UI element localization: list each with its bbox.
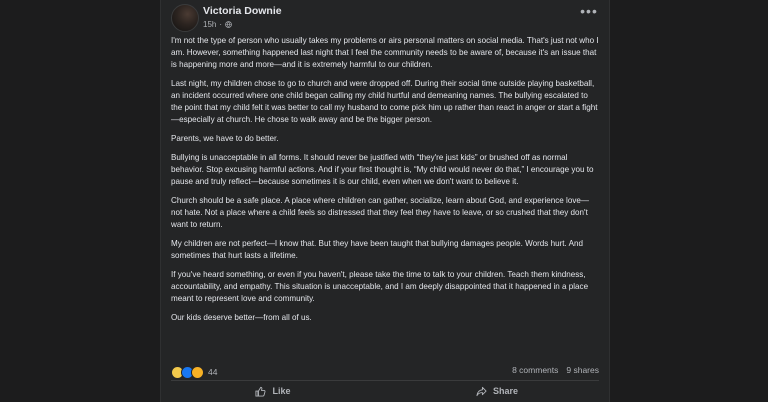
share-button[interactable]: Share (385, 382, 609, 400)
author-name[interactable]: Victoria Downie (203, 5, 282, 17)
post-paragraph: Church should be a safe place. A place w… (171, 196, 589, 229)
post-header: Victoria Downie 15h · ••• (171, 4, 599, 32)
like-label: Like (272, 386, 291, 396)
share-label: Share (492, 386, 518, 396)
shares-count[interactable]: 9 shares (566, 365, 599, 375)
meta-separator: · (219, 20, 223, 29)
more-options-icon[interactable]: ••• (579, 4, 599, 22)
post-time[interactable]: 15h (203, 20, 216, 29)
avatar[interactable] (171, 4, 199, 32)
sad-reaction-icon (191, 365, 204, 379)
like-button[interactable]: Like (161, 382, 385, 400)
engagement-stats: 8 comments 9 shares (512, 365, 599, 375)
comments-count[interactable]: 8 comments (512, 365, 558, 375)
share-icon (476, 386, 487, 396)
post-paragraph: Parents, we have to do better. (171, 134, 279, 143)
reaction-summary[interactable]: 44 (171, 365, 217, 379)
post-paragraph: If you've heard something, or even if yo… (171, 270, 589, 303)
divider (171, 380, 599, 381)
reaction-count: 44 (208, 367, 218, 377)
post-card: Victoria Downie 15h · ••• I'm not the ty… (160, 0, 610, 402)
post-paragraph: I'm not the type of person who usually t… (171, 36, 599, 69)
post-paragraph: Bullying is unacceptable in all forms. I… (171, 153, 594, 186)
action-bar: Like Share (161, 382, 609, 400)
post-paragraph: Last night, my children chose to go to c… (171, 79, 598, 124)
post-paragraph: My children are not perfect—I know that.… (171, 239, 583, 260)
post-meta: 15h · (203, 20, 232, 29)
post-body: I'm not the type of person who usually t… (171, 35, 599, 331)
post-paragraph: Our kids deserve better—from all of us. (171, 313, 312, 322)
globe-icon[interactable] (225, 21, 232, 28)
thumbs-up-icon (255, 386, 266, 397)
